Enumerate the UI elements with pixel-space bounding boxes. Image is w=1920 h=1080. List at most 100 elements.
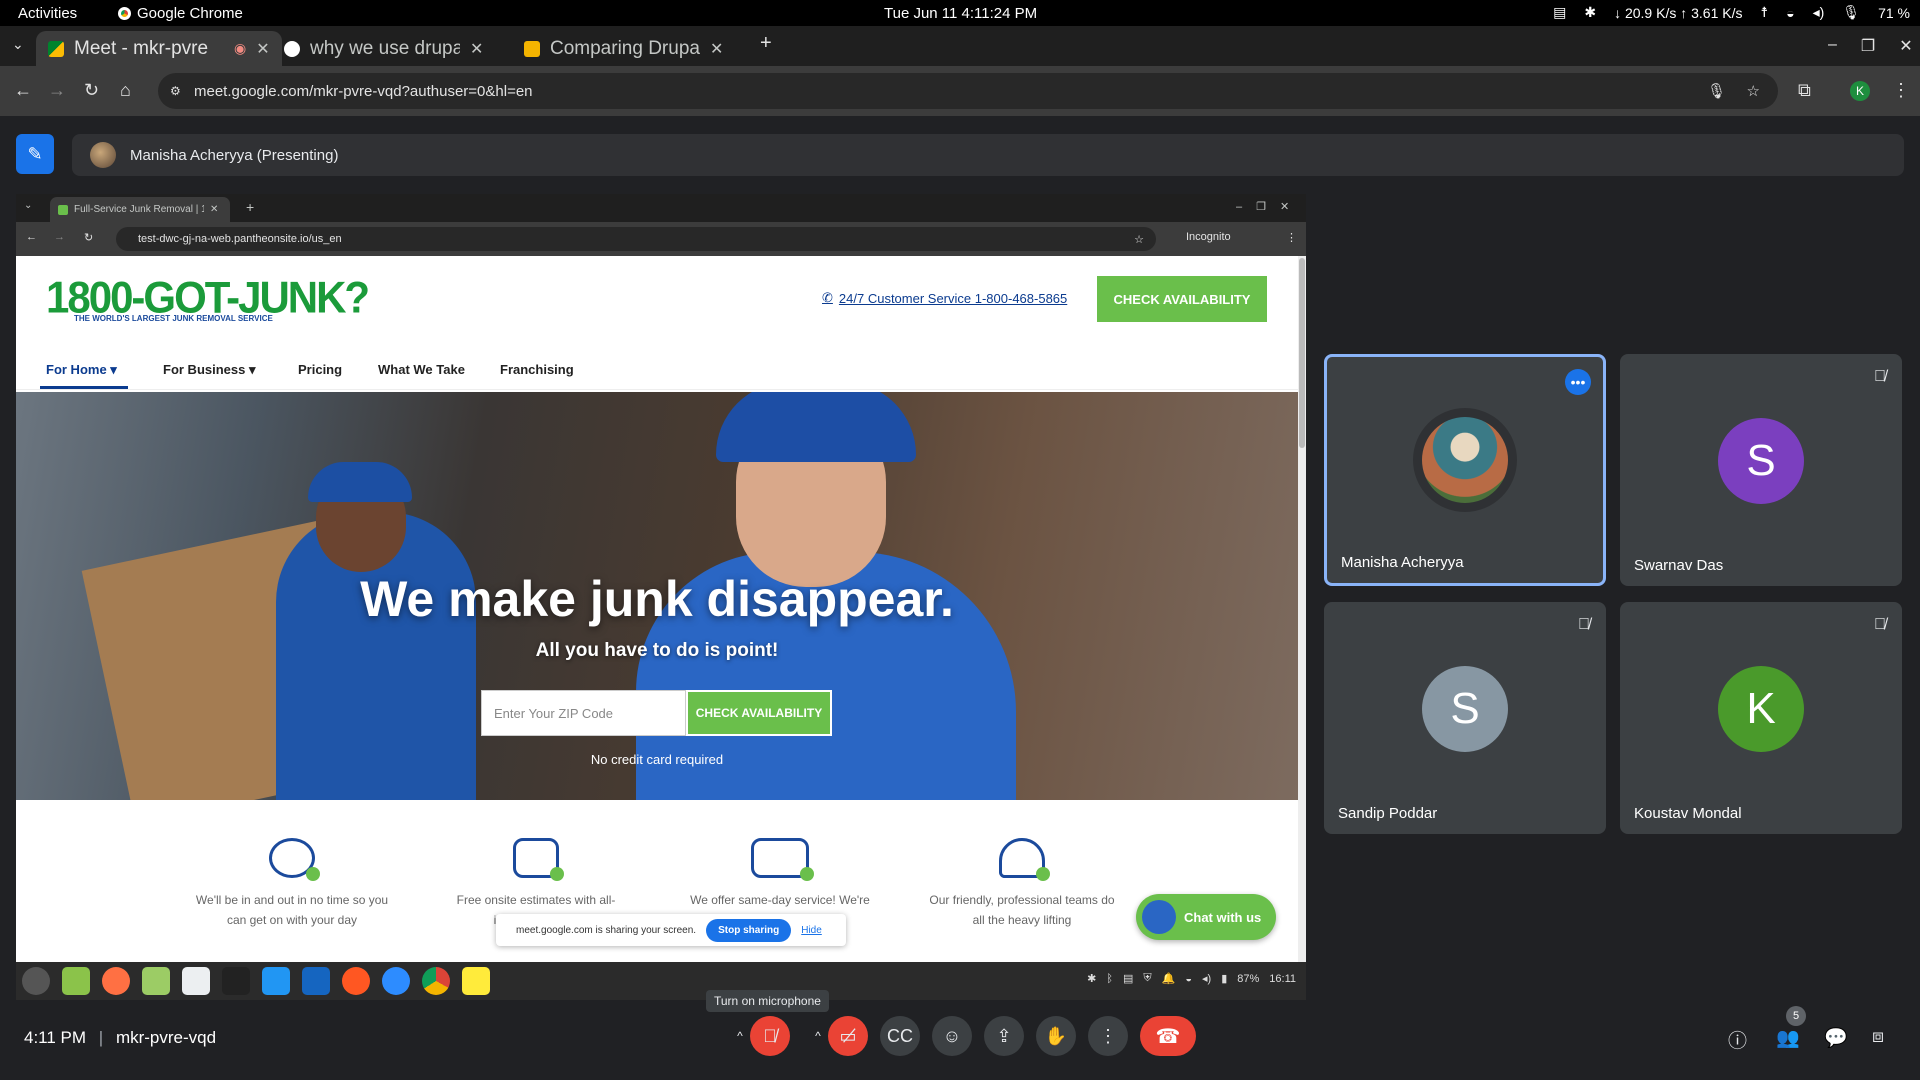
shared-battery-percent: 87%	[1237, 972, 1260, 985]
audio-options-chevron-icon[interactable]: ^	[728, 1016, 752, 1056]
clipboard-icon[interactable]: ▤	[1553, 4, 1566, 21]
clock[interactable]: Tue Jun 11 4:11:24 PM	[884, 5, 1037, 22]
camera-off-button[interactable]: ▭̸	[828, 1016, 868, 1056]
participant-name: Swarnav Das	[1634, 557, 1724, 574]
new-tab-icon[interactable]: +	[760, 32, 772, 55]
feature-fast: We'll be in and out in no time so you ca…	[192, 838, 392, 930]
files-icon	[62, 967, 90, 995]
more-options-button[interactable]: ⋮	[1088, 1016, 1128, 1056]
people-icon[interactable]: 👥	[1776, 1026, 1800, 1050]
chat-label: Chat with us	[1184, 909, 1262, 925]
feature-text: We offer same-day service! We're	[690, 893, 870, 907]
home-icon[interactable]: ⌂	[120, 80, 131, 101]
raise-hand-button[interactable]: ✋	[1036, 1016, 1076, 1056]
more-options-icon[interactable]: •••	[1565, 369, 1591, 395]
minimize-icon[interactable]: –	[1828, 36, 1837, 56]
voice-search-icon[interactable]: 🎙	[1707, 82, 1726, 100]
shared-taskbar: ✱ ᛒ ▤ ⛨ 🔔 ◒ ◂) ▮ 87% 16:11	[16, 962, 1306, 1000]
accessibility-icon[interactable]: ☨	[1760, 4, 1768, 21]
features-row: We'll be in and out in no time so you ca…	[16, 800, 1298, 960]
address-bar[interactable]: ⚙ meet.google.com/mkr-pvre-vqd?authuser=…	[158, 73, 1778, 109]
extensions-icon[interactable]: ⧉	[1798, 80, 1811, 101]
navigation-bar: ← → ↻ ⌂ ⚙ meet.google.com/mkr-pvre-vqd?a…	[0, 66, 1920, 116]
wifi-icon[interactable]: ◒	[1786, 5, 1794, 21]
participant-tile-sandip[interactable]: S 🎙̸ Sandip Poddar	[1324, 602, 1606, 834]
presenter-avatar	[90, 142, 116, 168]
menu-launcher-icon	[22, 967, 50, 995]
hero-banner: We make junk disappear. All you have to …	[16, 392, 1298, 800]
profile-avatar[interactable]: K	[1850, 81, 1870, 101]
mic-icon[interactable]: 🎙	[1842, 4, 1860, 21]
feature-text: Our friendly, professional teams do all …	[929, 893, 1115, 927]
chat-agent-avatar	[1142, 900, 1176, 934]
leave-call-button[interactable]: ☎	[1140, 1016, 1196, 1056]
zip-check-button: CHECK AVAILABILITY	[686, 690, 832, 736]
forward-icon[interactable]: →	[48, 80, 66, 101]
activities-button[interactable]: Activities	[18, 5, 77, 22]
url-text[interactable]: meet.google.com/mkr-pvre-vqd?authuser=0&…	[194, 83, 533, 100]
firefox-icon	[102, 967, 130, 995]
tab-search-icon[interactable]: ⌄	[12, 36, 24, 53]
menu-active-underline	[40, 386, 128, 389]
logo-wordmark: 1800-GOT-JUNK?	[46, 272, 370, 323]
video-options-chevron-icon[interactable]: ^	[806, 1016, 830, 1056]
chrome-icon	[118, 7, 131, 20]
presentation-toggle-icon[interactable]: ✎	[16, 134, 54, 174]
muted-mic-icon: 🎙̸	[1874, 616, 1886, 633]
shared-favicon-icon	[58, 204, 68, 215]
hero-subtitle: All you have to do is point!	[535, 640, 779, 661]
hero-worker-right-cap	[716, 392, 916, 462]
shared-tab-strip: ⌄ Full-Service Junk Removal | 1- ✕ + –❐✕	[16, 194, 1306, 222]
meeting-code: mkr-pvre-vqd	[115, 1028, 217, 1047]
site-info-icon[interactable]: ⚙	[170, 84, 181, 98]
vscode-icon	[262, 967, 290, 995]
back-icon[interactable]: ←	[14, 80, 32, 101]
participant-tile-manisha[interactable]: ••• Manisha Acheryya	[1324, 354, 1606, 586]
activities-icon[interactable]: ⧈	[1872, 1026, 1884, 1048]
tab-drupal-search[interactable]: why we use drupal ✕	[272, 31, 495, 66]
folder-icon	[142, 967, 170, 995]
present-screen-button[interactable]: ⇪	[984, 1016, 1024, 1056]
chat-icon[interactable]: 💬	[1824, 1026, 1848, 1050]
volume-icon[interactable]: ◂)	[1813, 4, 1825, 21]
menu-pricing: Pricing	[298, 362, 343, 377]
participant-name: Manisha Acheryya	[1341, 554, 1464, 571]
maximize-icon[interactable]: ❐	[1861, 36, 1875, 56]
close-tab-icon[interactable]: ✕	[256, 39, 269, 59]
tab-meet[interactable]: Meet - mkr-pvre ◉ ✕	[36, 31, 282, 66]
bookmark-star-icon[interactable]: ☆	[1747, 82, 1760, 100]
app-menu[interactable]: Google Chrome	[118, 5, 243, 22]
chrome-menu-icon[interactable]: ⋮	[1892, 80, 1910, 101]
net-speed: ↓ 20.9 K/s ↑ 3.61 K/s	[1614, 4, 1743, 21]
incognito-label: Incognito	[1186, 231, 1231, 243]
close-tab-icon[interactable]: ✕	[470, 39, 483, 59]
shared-menu-icon: ⋮	[1286, 232, 1297, 244]
meeting-time: 4:11 PM	[24, 1028, 87, 1047]
clipboard-tray-icon: ▤	[1122, 973, 1134, 985]
participant-avatar: S	[1718, 418, 1804, 504]
shared-screen: ⌄ Full-Service Junk Removal | 1- ✕ + –❐✕…	[16, 194, 1306, 964]
battery-level[interactable]: 71 %	[1878, 5, 1910, 21]
estimate-icon	[513, 838, 564, 881]
menu-what-we-take: What We Take	[378, 362, 465, 377]
microphone-off-button[interactable]: 🎙̸	[750, 1016, 790, 1056]
captions-button[interactable]: CC	[880, 1016, 920, 1056]
hero-worker-left-cap	[308, 462, 412, 502]
tab-comparing-drupal[interactable]: Comparing Drupal ✕	[512, 31, 735, 66]
screen-sharing-notice: meet.google.com is sharing your screen. …	[496, 914, 846, 946]
customer-service-link: ✆ 24/7 Customer Service 1-800-468-5865	[822, 290, 1067, 306]
phone-number: 24/7 Customer Service 1-800-468-5865	[838, 290, 1068, 306]
meeting-info-icon[interactable]: ⓘ	[1728, 1026, 1747, 1053]
reload-icon[interactable]: ↻	[84, 80, 99, 101]
emoji-reaction-button[interactable]: ☺	[932, 1016, 972, 1056]
participant-tile-swarnav[interactable]: S 🎙̸ Swarnav Das	[1620, 354, 1902, 586]
close-tab-icon[interactable]: ✕	[710, 39, 723, 59]
close-window-icon[interactable]: ✕	[1899, 36, 1912, 56]
slack-icon[interactable]: ✱	[1584, 4, 1596, 21]
tab-title: Meet - mkr-pvre	[74, 37, 209, 59]
meet-controls-bar: 4:11 PM | mkr-pvre-vqd ^ 🎙̸ ^ ▭̸ CC ☺ ⇪ …	[0, 1006, 1920, 1080]
check-availability-header-button: CHECK AVAILABILITY	[1097, 276, 1267, 322]
truck-icon	[751, 838, 814, 881]
participant-tile-koustav[interactable]: K 🎙̸ Koustav Mondal	[1620, 602, 1902, 834]
system-tray[interactable]: ▤ ✱ ↓ 20.9 K/s ↑ 3.61 K/s ☨ ◒ ◂) 🎙 71 %	[1553, 4, 1910, 21]
